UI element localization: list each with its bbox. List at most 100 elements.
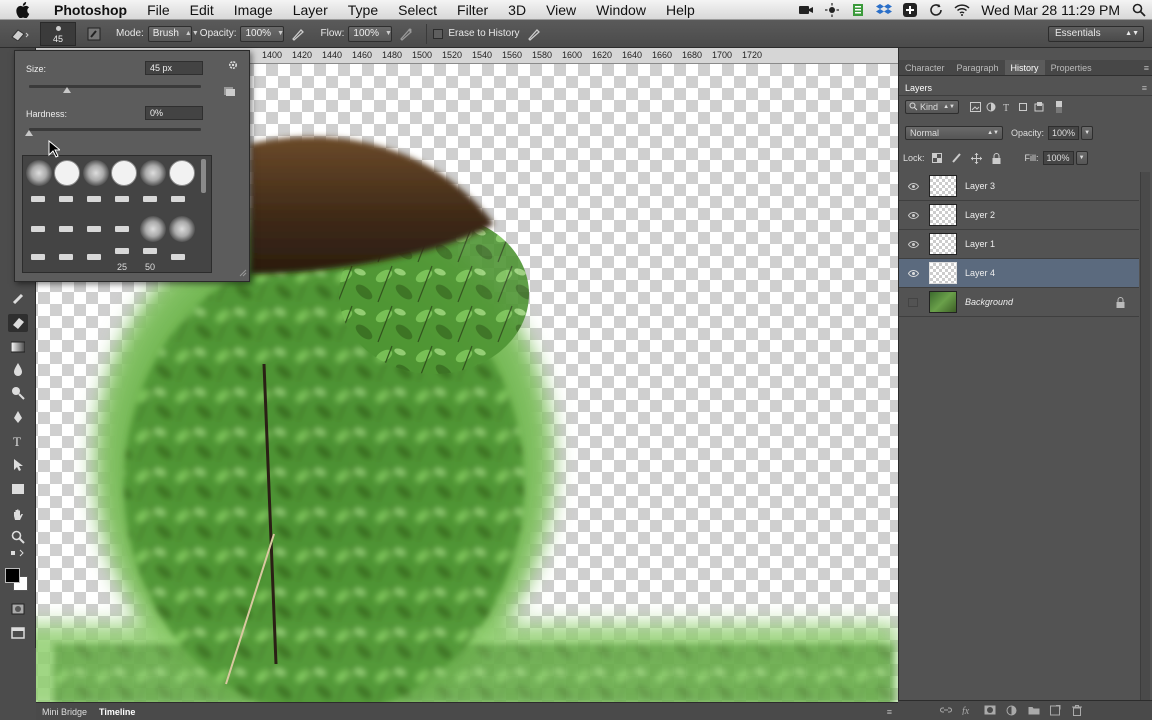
eye-icon[interactable] <box>907 268 919 278</box>
pressure-size-icon[interactable] <box>520 22 548 46</box>
menu-app-name[interactable]: Photoshop <box>44 0 137 20</box>
fill-field[interactable]: 100% <box>1042 151 1074 165</box>
shape-filter-icon[interactable] <box>1017 101 1029 113</box>
type-filter-icon[interactable]: T <box>1001 101 1013 113</box>
screen-mode-icon[interactable] <box>8 624 28 642</box>
kind-filter-select[interactable]: Kind ▲▼ <box>905 100 959 114</box>
hardness-input[interactable]: 0% <box>145 106 203 120</box>
fill-dropdown-arrow[interactable]: ▼ <box>1075 151 1088 165</box>
layer-row-layer-2[interactable]: Layer 2 <box>899 201 1139 230</box>
wifi-icon[interactable] <box>952 2 972 18</box>
soft-round-brush[interactable] <box>140 216 166 242</box>
workspace-switcher[interactable]: Essentials ▲▼ <box>1048 26 1144 42</box>
soft-round-brush[interactable] <box>169 216 195 242</box>
opacity-dropdown-arrow[interactable]: ▼ <box>1081 126 1094 140</box>
tab-character[interactable]: Character <box>899 60 951 75</box>
menu-image[interactable]: Image <box>224 0 283 20</box>
blur-tool-icon[interactable] <box>8 360 28 378</box>
eraser-tool-icon[interactable] <box>8 314 28 332</box>
adjustment-filter-icon[interactable] <box>985 101 997 113</box>
hard-round-brush[interactable] <box>169 160 195 186</box>
bristle-brush[interactable] <box>31 226 45 232</box>
soft-round-brush[interactable] <box>140 160 166 186</box>
brush-grid-scrollbar[interactable] <box>201 159 206 193</box>
soft-round-brush[interactable] <box>26 160 52 186</box>
visibility-toggle-empty[interactable] <box>907 297 919 307</box>
menu-file[interactable]: File <box>137 0 180 20</box>
rectangle-tool-icon[interactable] <box>8 480 28 498</box>
brush-panel-toggle-icon[interactable] <box>80 22 108 46</box>
size-slider-thumb[interactable] <box>62 87 71 93</box>
resize-grip-icon[interactable] <box>239 269 247 279</box>
menu-filter[interactable]: Filter <box>447 0 498 20</box>
size-slider-track[interactable] <box>29 85 201 88</box>
layer-row-layer-3[interactable]: Layer 3 <box>899 172 1139 201</box>
menu-3d[interactable]: 3D <box>498 0 536 20</box>
opacity-field[interactable]: 100% ▼ <box>240 25 285 42</box>
filter-toggle-icon[interactable] <box>1053 101 1065 113</box>
eye-icon[interactable] <box>907 181 919 191</box>
clock[interactable]: Wed Mar 28 11:29 PM <box>981 2 1120 18</box>
pressure-opacity-icon[interactable] <box>284 22 312 46</box>
quick-mask-icon[interactable] <box>8 600 28 618</box>
brightness-icon[interactable] <box>822 2 842 18</box>
new-adjustment-layer-icon[interactable] <box>1006 705 1018 717</box>
mode-select[interactable]: Brush ▲▼ <box>147 25 199 42</box>
healing-brush-tool-icon[interactable] <box>8 290 28 308</box>
foreground-color-swatch[interactable] <box>5 568 20 583</box>
erase-to-history-checkbox[interactable] <box>433 28 444 39</box>
trash-icon[interactable] <box>1072 705 1084 717</box>
sync-icon[interactable] <box>926 2 946 18</box>
bristle-brush[interactable] <box>59 226 73 232</box>
layer-row-layer-4[interactable]: Layer 4 <box>899 259 1139 288</box>
hardness-slider-track[interactable] <box>29 128 201 131</box>
zoom-tool-icon[interactable] <box>8 528 28 546</box>
bristle-brush[interactable] <box>31 196 45 202</box>
hard-round-brush[interactable] <box>111 160 137 186</box>
layer-row-layer-1[interactable]: Layer 1 <box>899 230 1139 259</box>
size-input[interactable]: 45 px <box>145 61 203 75</box>
lock-image-pixels-icon[interactable] <box>951 152 963 164</box>
dropbox-icon[interactable] <box>874 2 894 18</box>
hand-tool-icon[interactable] <box>8 506 28 524</box>
menu-edit[interactable]: Edit <box>180 0 224 20</box>
hardness-slider-thumb[interactable] <box>25 130 33 136</box>
menu-window[interactable]: Window <box>586 0 656 20</box>
menu-help[interactable]: Help <box>656 0 705 20</box>
airbrush-icon[interactable] <box>392 22 420 46</box>
lock-position-icon[interactable] <box>971 152 983 164</box>
lock-all-icon[interactable] <box>991 152 1003 164</box>
bristle-brush[interactable] <box>171 196 185 202</box>
menu-type[interactable]: Type <box>338 0 388 20</box>
blend-mode-select[interactable]: Normal ▲▼ <box>905 126 1003 140</box>
pen-tool-icon[interactable] <box>8 408 28 426</box>
new-preset-icon[interactable] <box>223 85 235 99</box>
eraser-tool-preset-icon[interactable] <box>0 22 40 46</box>
bristle-brush[interactable] <box>59 254 73 260</box>
new-group-folder-icon[interactable] <box>1028 705 1040 717</box>
plus-badge-icon[interactable] <box>900 2 920 18</box>
bristle-brush[interactable] <box>115 226 129 232</box>
pixel-filter-icon[interactable] <box>969 101 981 113</box>
tab-paragraph[interactable]: Paragraph <box>951 60 1005 75</box>
apple-icon[interactable] <box>14 1 32 19</box>
bristle-brush[interactable] <box>31 254 45 260</box>
bristle-brush[interactable] <box>115 196 129 202</box>
bristle-brush[interactable] <box>87 226 101 232</box>
new-layer-icon[interactable] <box>1050 705 1062 717</box>
menu-select[interactable]: Select <box>388 0 447 20</box>
bristle-brush[interactable] <box>143 248 157 254</box>
bristle-brush[interactable] <box>59 196 73 202</box>
add-mask-icon[interactable] <box>984 705 996 717</box>
path-selection-tool-icon[interactable] <box>8 456 28 474</box>
spotlight-search-icon[interactable] <box>1129 2 1149 18</box>
menu-layer[interactable]: Layer <box>283 0 338 20</box>
tab-history[interactable]: History <box>1004 60 1045 75</box>
bottom-panel-menu-icon[interactable]: ≡ <box>887 707 892 717</box>
panel-menu-icon[interactable]: ≡ <box>1144 60 1149 76</box>
bristle-brush[interactable] <box>143 196 157 202</box>
swap-colors-icon[interactable] <box>8 548 28 558</box>
smart-object-filter-icon[interactable] <box>1033 101 1045 113</box>
type-tool-icon[interactable]: T <box>8 432 28 450</box>
soft-round-brush[interactable] <box>83 160 109 186</box>
